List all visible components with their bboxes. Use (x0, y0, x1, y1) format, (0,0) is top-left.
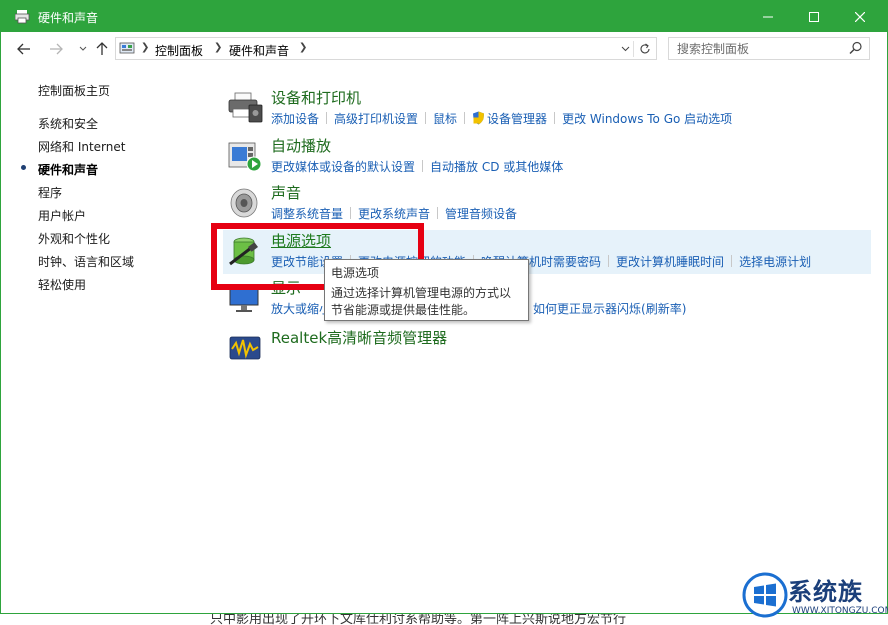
link-default-media-settings[interactable]: 更改媒体或设备的默认设置 (271, 160, 415, 174)
refresh-button[interactable] (637, 41, 653, 57)
category-title-autoplay[interactable]: 自动播放 (271, 135, 331, 156)
link-flicker-refresh[interactable]: 如何更正显示器闪烁(刷新率) (533, 302, 686, 316)
forward-button[interactable] (47, 40, 65, 58)
sidebar-item-clock-region[interactable]: 时钟、语言和区域 (38, 253, 134, 270)
breadcrumb-separator[interactable]: ❯ (299, 42, 307, 53)
up-button[interactable] (93, 40, 111, 58)
search-input[interactable] (669, 38, 844, 59)
recent-locations-button[interactable] (74, 40, 92, 58)
category-title-devices[interactable]: 设备和打印机 (271, 87, 361, 108)
link-divider (350, 207, 352, 219)
link-divider (554, 112, 556, 124)
category-realtek-audio: Realtek高清晰音频管理器 (223, 327, 871, 363)
sidebar-item-user-accounts[interactable]: 用户帐户 (38, 207, 86, 224)
breadcrumb-hardware-sound[interactable]: 硬件和声音 (229, 42, 289, 59)
sidebar-item-home[interactable]: 控制面板主页 (38, 82, 110, 99)
autoplay-icon[interactable] (227, 139, 263, 173)
link-sleep-time[interactable]: 更改计算机睡眠时间 (616, 255, 724, 269)
link-adjust-volume[interactable]: 调整系统音量 (271, 207, 343, 221)
refresh-icon (640, 43, 650, 54)
current-item-bullet (21, 165, 26, 170)
link-divider (326, 112, 328, 124)
control-panel-icon (119, 42, 135, 54)
realtek-audio-icon[interactable] (227, 331, 263, 365)
printer-icon[interactable] (227, 91, 263, 125)
category-title-sound[interactable]: 声音 (271, 182, 301, 203)
link-windows-to-go[interactable]: 更改 Windows To Go 启动选项 (562, 112, 732, 126)
arrow-left-icon (17, 43, 30, 55)
link-divider (422, 160, 424, 172)
address-bar[interactable]: ❯ 控制面板 ❯ 硬件和声音 ❯ (115, 37, 657, 60)
breadcrumb-separator[interactable]: ❯ (141, 42, 149, 53)
category-devices-printers: 设备和打印机 添加设备 高级打印机设置 鼠标 设备管理器 更改 Windows To G… (223, 87, 871, 131)
link-advanced-printer[interactable]: 高级打印机设置 (334, 112, 418, 126)
article-text-fragment: 只中影用出现了开环下文库仕利讨系帮助等。第一阵上兴斯说地方宏节行 (210, 614, 627, 625)
tooltip-title: 电源选项 (331, 266, 380, 280)
link-divider (437, 207, 439, 219)
sidebar-item-programs[interactable]: 程序 (38, 184, 62, 201)
search-box[interactable] (668, 37, 870, 60)
link-change-sounds[interactable]: 更改系统声音 (358, 207, 430, 221)
printer-speaker-icon (15, 10, 30, 24)
minimize-button[interactable] (745, 1, 791, 32)
tooltip: 电源选项 通过选择计算机管理电源的方式以节省能源或提供最佳性能。 (324, 259, 529, 321)
link-zoom[interactable]: 放大或缩小 (271, 302, 331, 316)
link-divider (608, 255, 610, 267)
close-icon (855, 11, 865, 22)
uac-shield-icon (473, 111, 485, 125)
minimize-icon (763, 16, 773, 17)
sidebar-item-appearance[interactable]: 外观和个性化 (38, 230, 110, 247)
windows-logo-icon (742, 572, 788, 618)
sidebar-item-hardware-sound[interactable]: 硬件和声音 (38, 161, 98, 178)
breadcrumb-control-panel[interactable]: 控制面板 (155, 42, 203, 59)
link-divider (731, 255, 733, 267)
sidebar-item-ease-of-access[interactable]: 轻松使用 (38, 276, 86, 293)
category-sound: 声音 调整系统音量 更改系统声音 管理音频设备 (223, 182, 871, 226)
chevron-down-icon (621, 46, 630, 52)
sidebar: 控制面板主页 系统和安全 网络和 Internet 硬件和声音 程序 用户帐户 … (1, 65, 211, 613)
maximize-button[interactable] (791, 1, 837, 32)
link-divider (425, 112, 427, 124)
link-manage-audio-devices[interactable]: 管理音频设备 (445, 207, 517, 221)
navigation-bar: ❯ 控制面板 ❯ 硬件和声音 ❯ (1, 32, 887, 65)
link-divider (464, 112, 466, 124)
arrow-up-icon (96, 42, 108, 55)
tooltip-description: 通过选择计算机管理电源的方式以节省能源或提供最佳性能。 (331, 286, 512, 317)
close-button[interactable] (837, 1, 883, 32)
category-links-sound: 调整系统音量 更改系统声音 管理音频设备 (271, 205, 517, 222)
arrow-right-icon (50, 43, 63, 55)
category-links-autoplay: 更改媒体或设备的默认设置 自动播放 CD 或其他媒体 (271, 158, 563, 175)
link-add-device[interactable]: 添加设备 (271, 112, 319, 126)
sidebar-item-system-security[interactable]: 系统和安全 (38, 115, 98, 132)
window-title: 硬件和声音 (38, 11, 99, 25)
maximize-icon (809, 11, 819, 22)
title-bar[interactable]: 硬件和声音 (1, 1, 887, 32)
link-autoplay-cd[interactable]: 自动播放 CD 或其他媒体 (430, 160, 563, 174)
link-device-manager[interactable]: 设备管理器 (487, 112, 547, 126)
back-button[interactable] (15, 40, 33, 58)
search-icon[interactable] (849, 41, 863, 55)
address-dropdown-button[interactable] (618, 41, 634, 57)
watermark-url: WWW.XITONGZU.COM (792, 606, 888, 616)
category-autoplay: 自动播放 更改媒体或设备的默认设置 自动播放 CD 或其他媒体 (223, 135, 871, 179)
speaker-icon[interactable] (227, 186, 263, 220)
watermark-text: 系统族 (788, 578, 863, 606)
breadcrumb-separator[interactable]: ❯ (214, 42, 222, 53)
control-panel-window: 硬件和声音 ❯ 控制面板 ❯ 硬件和声音 ❯ 搜索控制面板 控制面板主页 系统和… (0, 0, 888, 614)
sidebar-item-network[interactable]: 网络和 Internet (38, 138, 125, 155)
link-mouse[interactable]: 鼠标 (433, 112, 457, 126)
chevron-down-icon (79, 46, 87, 51)
watermark: 系统族 WWW.XITONGZU.COM (736, 566, 888, 625)
category-links-devices: 添加设备 高级打印机设置 鼠标 设备管理器 更改 Windows To Go 启动选项 (271, 110, 732, 127)
link-choose-power-plan[interactable]: 选择电源计划 (739, 255, 811, 269)
category-title-realtek[interactable]: Realtek高清晰音频管理器 (271, 327, 447, 348)
